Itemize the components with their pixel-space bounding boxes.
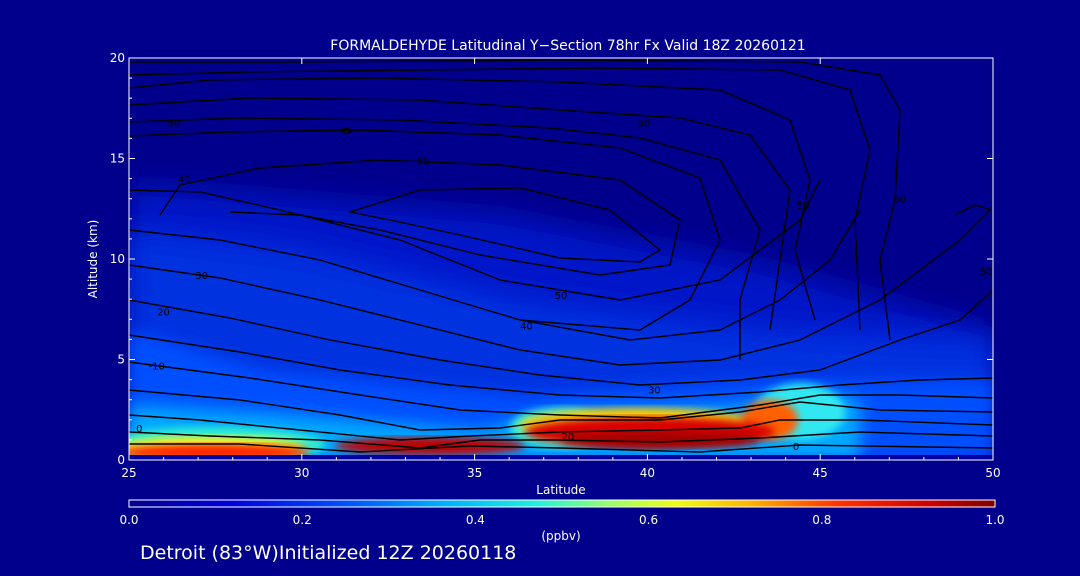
y-tick-label: 10 bbox=[110, 252, 125, 266]
colorbar-tick-label: 0.2 bbox=[293, 513, 312, 527]
colorbar-ticks: 0.0 0.2 0.4 0.6 0.8 1.0 bbox=[119, 513, 1004, 527]
colorbar-tick-label: 0.6 bbox=[639, 513, 658, 527]
y-axis-label: Altitude (km) bbox=[86, 220, 100, 299]
colorbar-tick-label: 0.8 bbox=[812, 513, 831, 527]
colorbar-tick-label: 0.0 bbox=[119, 513, 138, 527]
chart: FORMALDEHYDE Latitudinal Y−Section 78hr … bbox=[86, 38, 1005, 543]
concentration-field bbox=[129, 58, 993, 460]
x-axis-label: Latitude bbox=[536, 483, 585, 497]
x-tick-label: 45 bbox=[813, 466, 828, 480]
field-terrain-shadow bbox=[129, 455, 993, 460]
contour-value-label: 40 bbox=[178, 175, 191, 186]
x-tick-label: 30 bbox=[294, 466, 309, 480]
x-tick-label: 35 bbox=[467, 466, 482, 480]
contour-value-label: 50 bbox=[980, 267, 993, 278]
colorbar-tick-label: 0.4 bbox=[466, 513, 485, 527]
contour-value-label: 50 bbox=[416, 157, 429, 168]
colorbar bbox=[128, 499, 996, 508]
contour-value-label: 20 bbox=[157, 307, 170, 318]
x-tick-label: 50 bbox=[985, 466, 1000, 480]
contour-value-label: 50 bbox=[168, 118, 181, 129]
y-tick-label: 20 bbox=[110, 51, 125, 65]
contour-value-label: 30 bbox=[195, 271, 208, 282]
chart-title: FORMALDEHYDE Latitudinal Y−Section 78hr … bbox=[330, 38, 805, 54]
footer-initialization-info: Detroit (83°W)Initialized 12Z 20260118 bbox=[140, 542, 517, 564]
x-tick-label: 40 bbox=[640, 466, 655, 480]
contour-value-label: 40 bbox=[520, 321, 533, 332]
contour-value-label: 20 bbox=[562, 432, 575, 443]
colorbar-label: (ppbv) bbox=[541, 529, 580, 543]
contour-value-label: -10 bbox=[148, 362, 164, 373]
contour-value-label: 50 bbox=[638, 118, 651, 129]
colorbar-tick-label: 1.0 bbox=[985, 513, 1004, 527]
contour-value-label: 0 bbox=[136, 424, 142, 435]
contour-value-label: 30 bbox=[648, 386, 661, 397]
y-tick-label: 15 bbox=[110, 152, 125, 166]
contour-value-label: 50 bbox=[555, 291, 568, 302]
x-tick-label: 25 bbox=[121, 466, 136, 480]
y-tick-label: 5 bbox=[117, 353, 125, 367]
y-tick-label: 0 bbox=[117, 453, 125, 467]
contour-value-label: 50 bbox=[797, 201, 810, 212]
contour-value-label: 0 bbox=[793, 442, 799, 453]
contour-value-label: 50 bbox=[893, 195, 906, 206]
